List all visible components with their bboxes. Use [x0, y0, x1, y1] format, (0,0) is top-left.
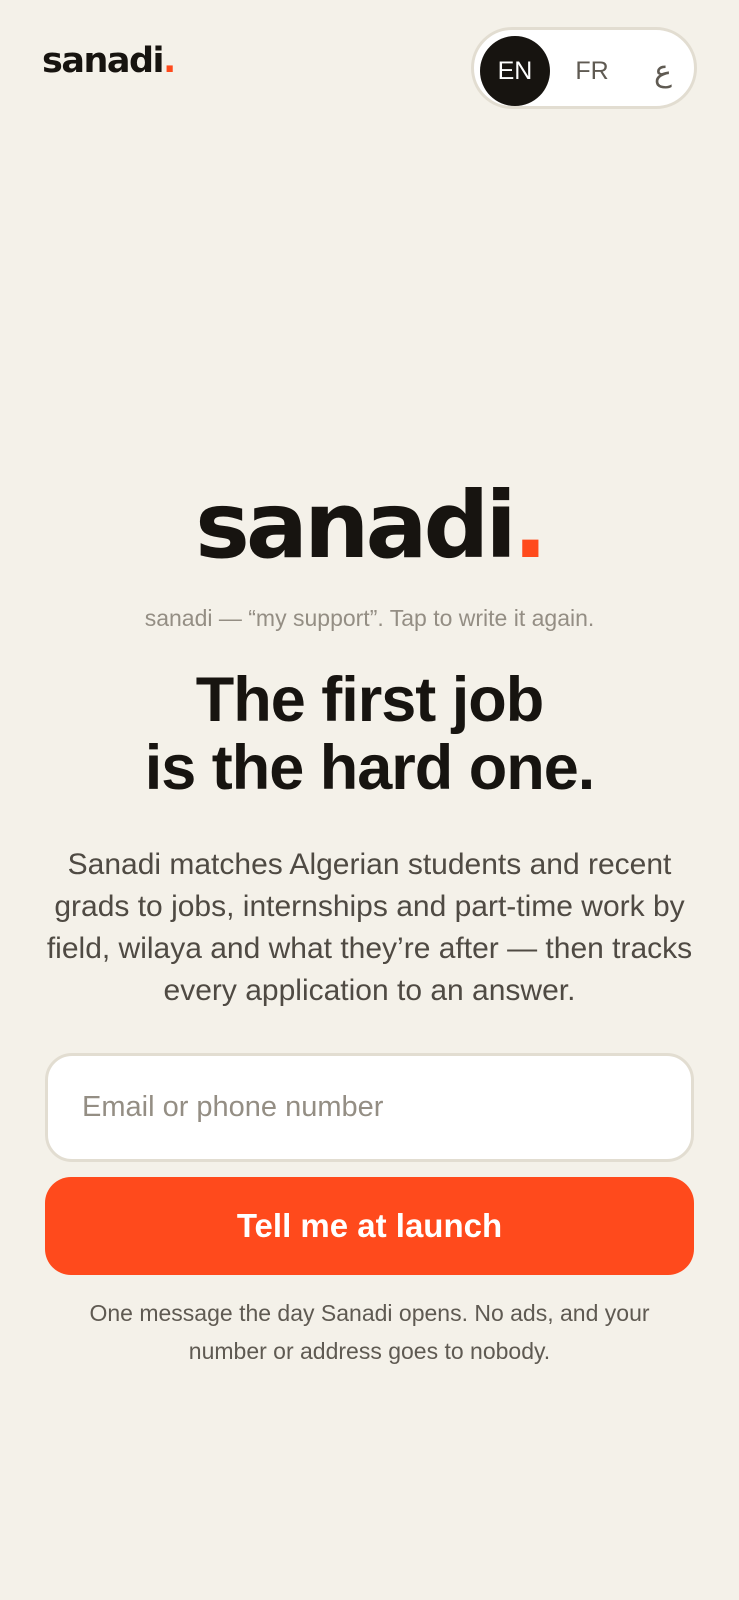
hero-logo[interactable]: sanadi.: [0, 480, 739, 572]
language-switcher: EN FR ع: [471, 27, 697, 109]
headline-line-2: is the hard one.: [144, 733, 596, 803]
header-logo-dot: .: [163, 41, 176, 81]
hero-logo-dot: .: [512, 472, 548, 579]
landing-page: sanadi. EN FR ع sanadi. sanadi — “my sup…: [0, 0, 739, 1600]
lang-option-en[interactable]: EN: [480, 36, 550, 106]
lang-option-ar[interactable]: ع: [628, 36, 698, 106]
headline: The first job is the hard one.: [0, 666, 739, 802]
lang-option-fr[interactable]: FR: [557, 36, 627, 106]
hero-logo-text: sanadi: [195, 472, 517, 579]
notify-at-launch-button[interactable]: Tell me at launch: [45, 1177, 694, 1275]
privacy-footnote: One message the day Sanadi opens. No ads…: [89, 1300, 650, 1364]
hero-description: Sanadi matches Algerian students and rec…: [46, 848, 693, 1007]
header-logo-text: sanadi: [42, 41, 165, 81]
hero-caption: sanadi — “my support”. Tap to write it a…: [144, 605, 595, 631]
header-logo[interactable]: sanadi.: [42, 41, 176, 81]
email-or-phone-input[interactable]: [45, 1053, 694, 1162]
headline-line-1: The first job: [195, 665, 545, 735]
